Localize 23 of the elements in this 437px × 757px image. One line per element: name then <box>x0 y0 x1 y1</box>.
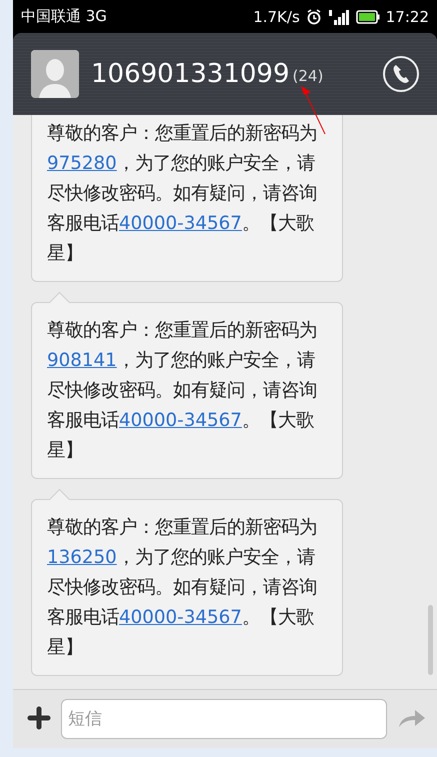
message-text: 尊敬的客户：您重置后的新密码为 975280，为了您的账户安全，请尽快修改密码。如有疑问，请咨询客服电话40000-34567。【大歌星】 <box>47 122 318 266</box>
add-icon[interactable] <box>27 706 51 732</box>
carrier-label: 中国联通 3G <box>21 7 107 26</box>
avatar-icon[interactable] <box>31 50 79 98</box>
network-speed: 1.7K/s <box>253 8 300 26</box>
message-link[interactable]: 975280 <box>47 153 117 174</box>
battery-icon <box>356 10 380 24</box>
message-link[interactable]: 136250 <box>47 547 117 568</box>
message-link[interactable]: 40000-34567 <box>119 607 242 628</box>
message-count: (24) <box>292 67 324 85</box>
message-text: 尊敬的客户：您重置后的新密码为 136250，为了您的账户安全，请尽快修改密码。如有疑问，请咨询客服电话40000-34567。【大歌星】 <box>47 516 318 660</box>
message-link[interactable]: 40000-34567 <box>119 410 242 431</box>
call-button[interactable] <box>383 56 419 92</box>
message-link[interactable]: 908141 <box>47 350 117 371</box>
message-link[interactable]: 40000-34567 <box>119 213 242 234</box>
message-text: 尊敬的客户：您重置后的新密码为 908141，为了您的账户安全，请尽快修改密码。如有疑问，请咨询客服电话40000-34567。【大歌星】 <box>47 319 318 463</box>
message-input[interactable]: 短信 <box>61 699 387 739</box>
contact-number: 106901331099 <box>91 59 290 89</box>
signal-icon <box>328 8 350 24</box>
clock: 17:22 <box>386 8 429 26</box>
phone-icon <box>392 64 410 84</box>
scrollbar[interactable] <box>428 605 433 675</box>
alarm-icon <box>306 8 322 24</box>
